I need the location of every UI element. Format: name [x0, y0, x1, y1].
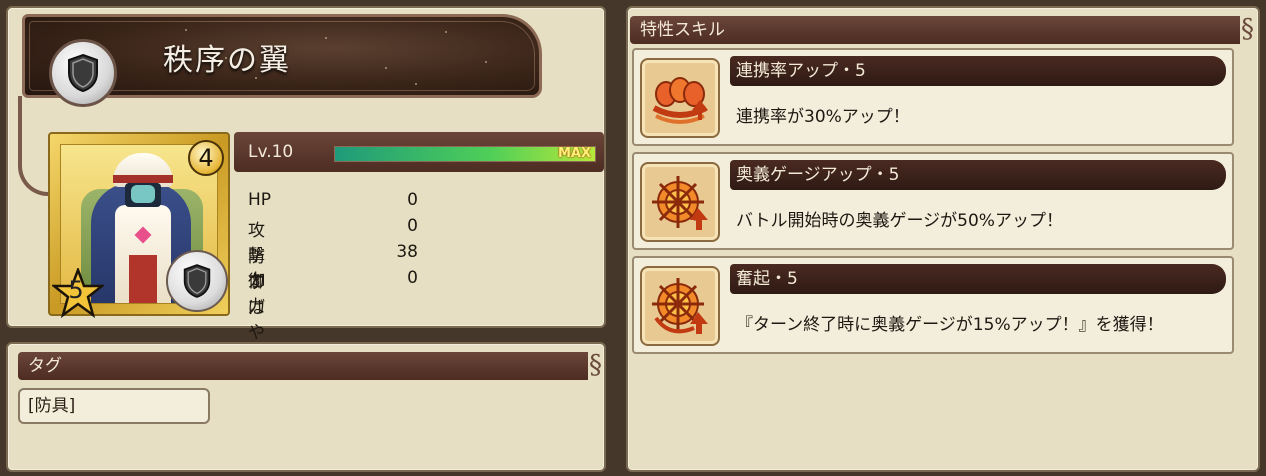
- scroll-ornament-icon: §: [589, 350, 602, 380]
- skill-name: 奥義ゲージアップ・5: [730, 160, 1226, 190]
- stat-value: 38: [396, 242, 418, 262]
- equipment-panel: 秩序の翼 4 5 Lv.10 MAX HP 0 攻撃力 0 防御力 38 すばや…: [6, 6, 606, 368]
- equipment-card[interactable]: 4 5: [48, 132, 230, 318]
- tag-header-label: タグ: [28, 356, 62, 376]
- level-bar: Lv.10 MAX: [234, 132, 604, 172]
- equipment-name: 秩序の翼: [163, 43, 291, 78]
- shield-icon: [183, 264, 211, 298]
- tag-item[interactable]: [防具]: [18, 388, 210, 424]
- skill-description: 連携率が30%アップ！: [736, 107, 910, 127]
- stat-name: HP: [248, 190, 272, 210]
- title-banner: 秩序の翼: [22, 14, 542, 107]
- tag-header: タグ §: [18, 350, 602, 380]
- exp-gauge: MAX: [334, 146, 596, 162]
- skill-name: 奮起・5: [730, 264, 1226, 294]
- skill-name: 連携率アップ・5: [730, 56, 1226, 86]
- skills-header-label: 特性スキル: [640, 20, 725, 40]
- stat-value: 0: [407, 216, 418, 236]
- chain-rate-icon: [640, 58, 720, 138]
- stat-value: 0: [407, 268, 418, 288]
- star-count: 5: [68, 276, 84, 304]
- max-label: MAX: [557, 146, 591, 161]
- exp-fill: [335, 147, 595, 161]
- gauge-up-icon: [640, 162, 720, 242]
- tag-panel: タグ § [防具]: [6, 342, 606, 472]
- scroll-ornament-icon: §: [1241, 14, 1254, 44]
- card-type-badge: [166, 250, 228, 312]
- equipment-type-badge: [49, 39, 117, 107]
- rouse-icon: [640, 266, 720, 346]
- skills-header: 特性スキル §: [630, 14, 1254, 44]
- skill-item[interactable]: 奮起・5 『ターン終了時に奥義ゲージが15%アップ！』を獲得！: [632, 256, 1234, 354]
- skills-panel: 特性スキル § 連携率アップ・5 連携率が30%アップ！ 奥義ゲージアップ・5 …: [626, 6, 1260, 472]
- skill-item[interactable]: 連携率アップ・5 連携率が30%アップ！: [632, 48, 1234, 146]
- skill-description: 『ターン終了時に奥義ゲージが15%アップ！』を獲得！: [736, 315, 1164, 335]
- stat-value: 0: [407, 190, 418, 210]
- rarity-badge: 4: [188, 140, 224, 176]
- skill-description: バトル開始時の奥義ゲージが50%アップ！: [736, 211, 1063, 231]
- shield-icon: [68, 53, 98, 93]
- skill-item[interactable]: 奥義ゲージアップ・5 バトル開始時の奥義ゲージが50%アップ！: [632, 152, 1234, 250]
- level-label: Lv.10: [248, 142, 294, 162]
